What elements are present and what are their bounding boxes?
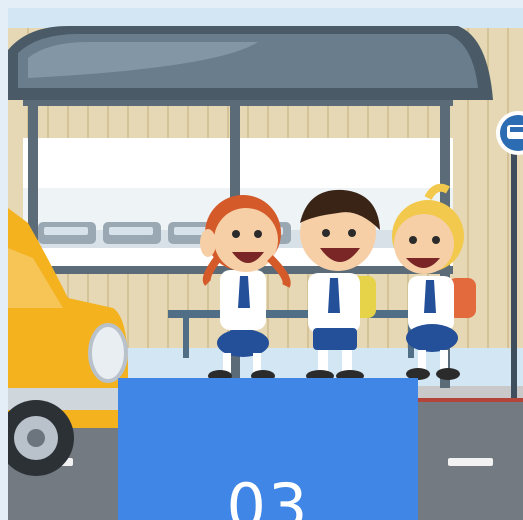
shelter-roof — [8, 26, 493, 100]
badge-number: 03 — [226, 470, 310, 520]
bus-icon — [507, 125, 523, 139]
illustration-frame: 03 — [8, 8, 523, 520]
number-badge: 03 — [118, 378, 418, 520]
